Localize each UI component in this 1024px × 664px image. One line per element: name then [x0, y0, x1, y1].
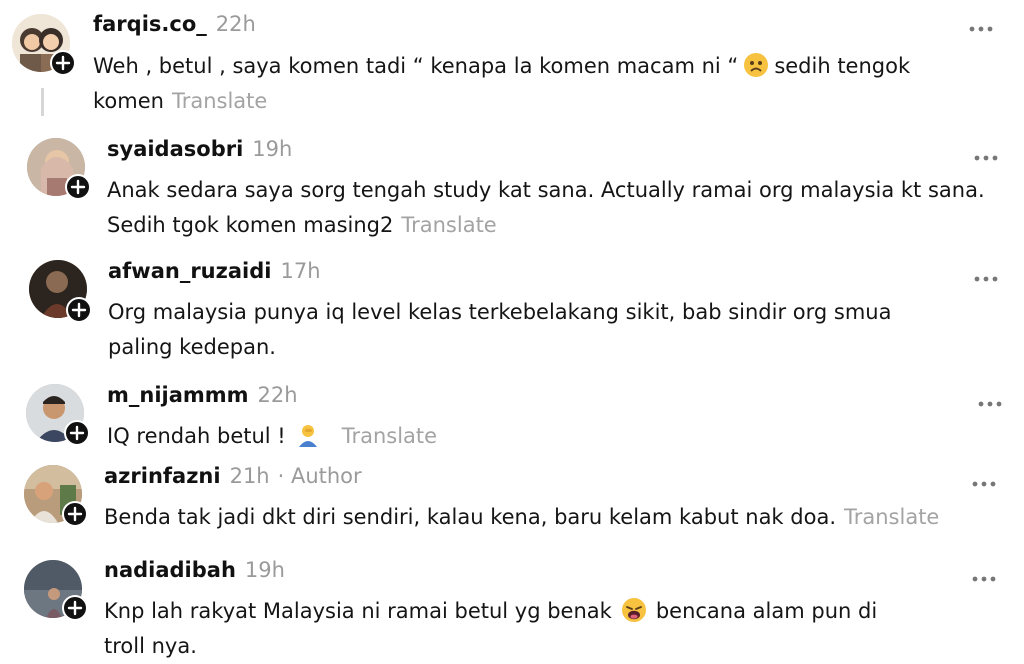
comment-header: syaidasobri 19h [107, 137, 292, 161]
username[interactable]: nadiadibah [104, 558, 236, 582]
comment-header: farqis.co_ 22h [93, 12, 256, 36]
translate-link[interactable]: Translate [172, 89, 267, 113]
follow-plus-icon[interactable] [66, 297, 92, 323]
comment-text-part: Org malaysia punya iq level kelas terkeb… [108, 300, 892, 324]
comment-text-part: sedih tengok [774, 54, 911, 78]
comment-text: Anak sedara saya sorg tengah study kat s… [107, 173, 1017, 243]
comment-header: m_nijammm 22h [107, 383, 298, 407]
timestamp: 19h [252, 137, 293, 161]
comment-text-part: troll nya. [104, 634, 197, 658]
comment-text: Knp lah rakyat Malaysia ni ramai betul y… [104, 594, 1004, 664]
comment-text-part: Benda tak jadi dkt diri sendiri, kalau k… [104, 505, 836, 529]
comment-header: nadiadibah 19h [104, 558, 285, 582]
more-options-icon[interactable] [973, 268, 999, 282]
weary-face-emoji-icon [621, 598, 646, 622]
comment-text-part: Sedih tgok komen masing2 [107, 213, 394, 237]
comment-text-part: bencana alam pun di [655, 599, 878, 623]
username[interactable]: m_nijammm [107, 383, 249, 407]
translate-link[interactable]: Translate [342, 424, 437, 448]
more-options-icon[interactable] [971, 568, 997, 582]
comment-text: IQ rendah betul ! Translate [107, 419, 1007, 454]
timestamp: 17h [280, 259, 321, 283]
translate-link[interactable]: Translate [844, 505, 939, 529]
comment-text-part: IQ rendah betul ! [107, 424, 286, 448]
comment-text: Org malaysia punya iq level kelas terkeb… [108, 295, 1008, 365]
comment-text-part: Knp lah rakyat Malaysia ni ramai betul y… [104, 599, 612, 623]
comment-text-part: paling kedepan. [108, 335, 276, 359]
comment-text-part: Weh , betul , saya komen tadi “ kenapa l… [93, 54, 739, 78]
follow-plus-icon[interactable] [50, 50, 76, 76]
comment-header: azrinfazni 21h · Author [104, 464, 362, 488]
follow-plus-icon[interactable] [62, 595, 88, 621]
more-options-icon[interactable] [968, 18, 994, 32]
person-facepalming-emoji-icon [296, 423, 320, 447]
timestamp: 22h [215, 12, 256, 36]
more-options-icon[interactable] [973, 147, 999, 161]
follow-plus-icon[interactable] [64, 420, 90, 446]
username[interactable]: farqis.co_ [93, 12, 207, 36]
username[interactable]: afwan_ruzaidi [108, 259, 271, 283]
timestamp: 19h [244, 558, 285, 582]
follow-plus-icon[interactable] [62, 501, 88, 527]
username[interactable]: azrinfazni [104, 464, 221, 488]
comment-header: afwan_ruzaidi 17h [108, 259, 321, 283]
timestamp: 21h [229, 464, 270, 488]
translate-link[interactable]: Translate [401, 213, 496, 237]
comment-text-part: Anak sedara saya sorg tengah study kat s… [107, 178, 985, 202]
worried-face-emoji-icon [744, 53, 769, 77]
comment-text: Weh , betul , saya komen tadi “ kenapa l… [93, 49, 993, 119]
timestamp: 22h [257, 383, 298, 407]
follow-plus-icon[interactable] [65, 174, 91, 200]
comment-text-part: komen [93, 89, 164, 113]
thread-line [41, 88, 44, 116]
author-badge: · Author [277, 464, 362, 488]
more-options-icon[interactable] [977, 393, 1003, 407]
more-options-icon[interactable] [971, 473, 997, 487]
username[interactable]: syaidasobri [107, 137, 243, 161]
comment-text: Benda tak jadi dkt diri sendiri, kalau k… [104, 500, 1014, 535]
